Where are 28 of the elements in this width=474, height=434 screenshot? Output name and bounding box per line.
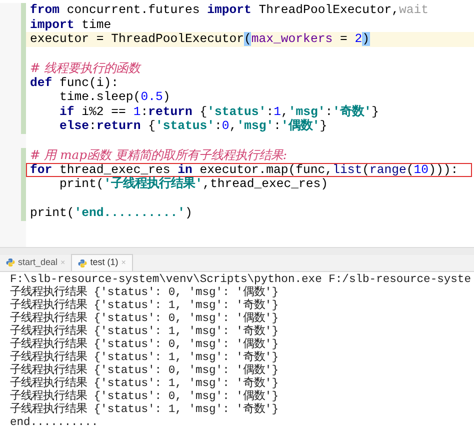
- run-tab[interactable]: test (1) ×: [71, 254, 133, 271]
- code-line: def func(i):: [29, 76, 120, 90]
- console-line: 子线程执行结果 {'status': 1, 'msg': '奇数'}: [10, 326, 280, 338]
- console-line: F:\slb-resource-system\venv\Scripts\python.exe F:/slb-resource-syste: [10, 274, 472, 286]
- code-line: import time: [29, 18, 112, 32]
- console-line: 子线程执行结果 {'status': 1, 'msg': '奇数'}: [10, 378, 280, 390]
- console-line: 子线程执行结果 {'status': 0, 'msg': '偶数'}: [10, 313, 280, 325]
- splitter-bar[interactable]: [0, 247, 474, 255]
- code-line: time.sleep(0.5): [58, 90, 172, 104]
- console-line: 子线程执行结果 {'status': 0, 'msg': '偶数'}: [10, 365, 280, 377]
- code-line: else:return {'status':0,'msg':'偶数'}: [58, 119, 328, 134]
- code-line: executor = ThreadPoolExecutor(max_workers = 2): [29, 32, 371, 46]
- console-line: 子线程执行结果 {'status': 0, 'msg': '偶数'}: [10, 287, 280, 299]
- code-line: # 用 map函数 更精简的取所有子线程执行结果:: [29, 148, 288, 162]
- console-line: 子线程执行结果 {'status': 1, 'msg': '奇数'}: [10, 352, 280, 364]
- console-line: 子线程执行结果 {'status': 1, 'msg': '奇数'}: [10, 404, 280, 416]
- code-line: if i%2 == 1:return {'status':1,'msg':'奇数'}: [58, 104, 380, 118]
- run-tab[interactable]: start_deal ×: [0, 254, 72, 271]
- console-line: 子线程执行结果 {'status': 0, 'msg': '偶数'}: [10, 391, 280, 403]
- console-line: 子线程执行结果 {'status': 0, 'msg': '偶数'}: [10, 339, 280, 351]
- console-line: 子线程执行结果 {'status': 1, 'msg': '奇数'}: [10, 300, 280, 312]
- python-icon: [6, 258, 15, 267]
- code-line: # 线程要执行的函数: [29, 61, 142, 76]
- code-line: from concurrent.futures import ThreadPoolExecutor,wait: [29, 3, 430, 18]
- code-line: print('子线程执行结果',thread_exec_res): [58, 177, 330, 192]
- code-line: print('end..........'): [29, 206, 194, 220]
- console-line: end..........: [10, 417, 100, 430]
- python-icon: [78, 258, 88, 268]
